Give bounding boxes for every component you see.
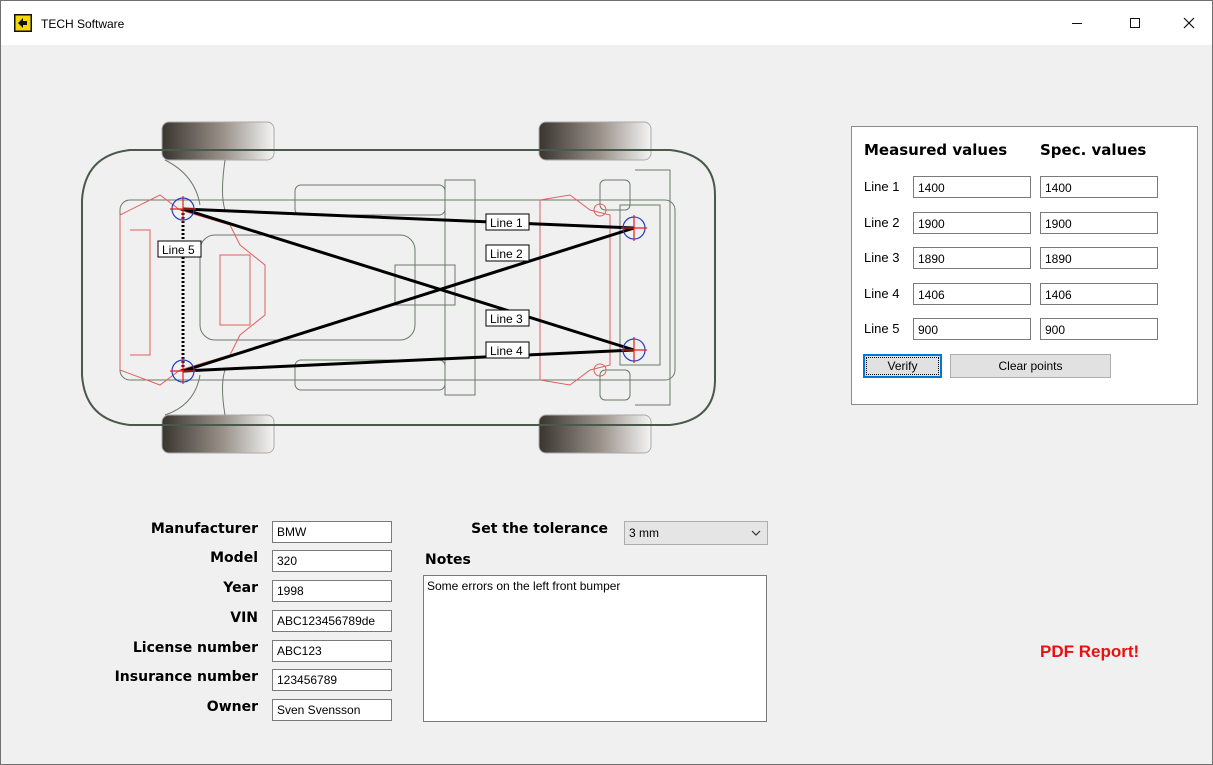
spec-line-1-input[interactable]: 1400 (1040, 176, 1158, 198)
measured-line-1-input[interactable]: 1400 (913, 176, 1031, 198)
measure-line-2 (182, 226, 635, 373)
tire-rear-right (538, 414, 652, 454)
marker-rear-right (621, 337, 647, 363)
tire-front-right (161, 414, 275, 454)
measure-line-3 (182, 207, 635, 352)
measure-line-1 (182, 207, 635, 230)
pdf-report-link[interactable]: PDF Report! (1040, 642, 1139, 662)
measured-line-2-input[interactable]: 1900 (913, 212, 1031, 234)
clear-points-button[interactable]: Clear points (950, 354, 1111, 378)
line-3-label: Line 3 (490, 312, 523, 326)
manufacturer-input[interactable]: BMW (272, 521, 392, 543)
line-1-label: Line 1 (490, 216, 523, 230)
model-label: Model (210, 550, 258, 566)
insurance-number-input[interactable]: 123456789 (272, 669, 392, 691)
measured-line-3-input[interactable]: 1890 (913, 247, 1031, 269)
line-4-label: Line 4 (490, 344, 523, 358)
window-title: TECH Software (41, 17, 125, 31)
license-number-label: License number (132, 640, 258, 656)
spec-line-5-input[interactable]: 900 (1040, 318, 1158, 340)
tolerance-value: 3 mm (629, 526, 659, 540)
tire-rear-left (538, 121, 652, 161)
row-2-label: Line 2 (864, 215, 900, 230)
maximize-icon[interactable] (1112, 1, 1158, 45)
spec-line-3-input[interactable]: 1890 (1040, 247, 1158, 269)
chevron-down-icon (751, 522, 761, 551)
app-logo-icon (14, 14, 32, 32)
spec-line-4-input[interactable]: 1406 (1040, 283, 1158, 305)
row-4-label: Line 4 (864, 286, 900, 301)
measured-line-4-input[interactable]: 1406 (913, 283, 1031, 305)
verify-button[interactable]: Verify (863, 354, 942, 378)
close-icon[interactable] (1166, 1, 1212, 45)
notes-label: Notes (425, 552, 471, 568)
marker-rear-left (621, 215, 647, 241)
row-1-label: Line 1 (864, 179, 900, 194)
line-2-label: Line 2 (490, 247, 523, 261)
license-number-input[interactable]: ABC123 (272, 640, 392, 662)
spec-values-header: Spec. values (1040, 141, 1147, 159)
measured-line-5-input[interactable]: 900 (913, 318, 1031, 340)
vin-input[interactable]: ABC123456789de (272, 610, 392, 632)
car-chassis-diagram[interactable]: Line 1 Line 2 Line 3 Line 4 Line 5 (70, 115, 750, 465)
line-5-label: Line 5 (162, 243, 195, 257)
tire-front-left (161, 121, 275, 161)
spec-line-2-input[interactable]: 1900 (1040, 212, 1158, 234)
year-label: Year (223, 580, 258, 596)
notes-textarea[interactable]: Some errors on the left front bumper (423, 575, 767, 722)
measurement-panel: Measured values Spec. values Line 1 1400… (851, 126, 1198, 405)
tolerance-dropdown[interactable]: 3 mm (624, 521, 768, 545)
manufacturer-label: Manufacturer (150, 521, 258, 537)
row-5-label: Line 5 (864, 321, 900, 336)
measured-values-header: Measured values (864, 141, 1008, 159)
tolerance-label: Set the tolerance (471, 521, 608, 537)
insurance-number-label: Insurance number (114, 669, 258, 685)
owner-label: Owner (206, 699, 258, 715)
row-3-label: Line 3 (864, 250, 900, 265)
minimize-icon[interactable] (1054, 1, 1100, 45)
model-input[interactable]: 320 (272, 550, 392, 572)
measure-line-4 (182, 348, 635, 373)
vin-label: VIN (230, 610, 258, 626)
year-input[interactable]: 1998 (272, 580, 392, 602)
owner-input[interactable]: Sven Svensson (272, 699, 392, 721)
title-bar: TECH Software (1, 1, 1212, 45)
